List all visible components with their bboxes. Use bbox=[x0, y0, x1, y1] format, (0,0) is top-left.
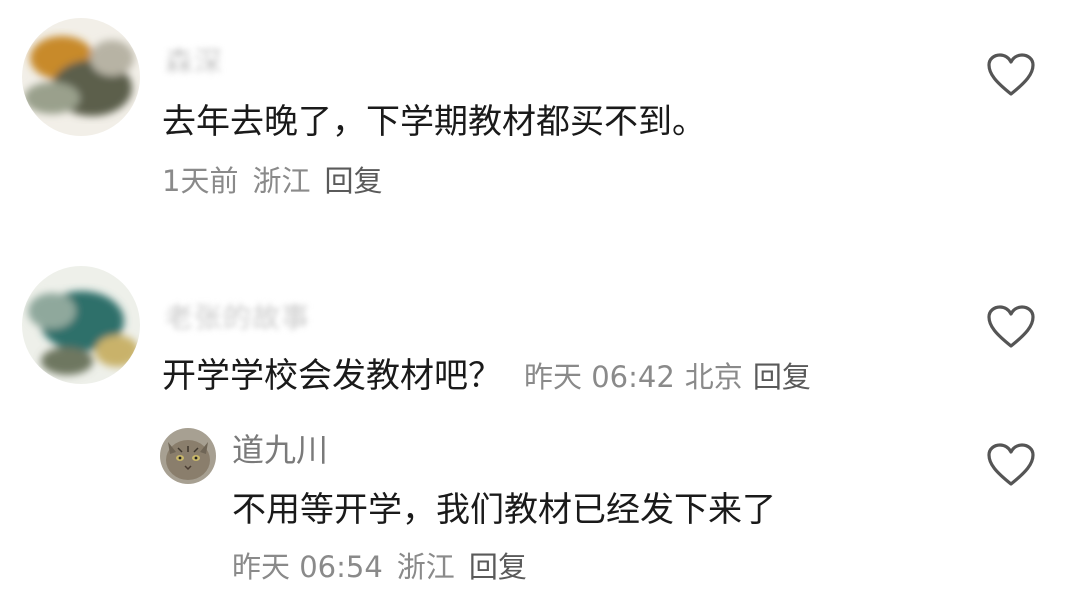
comment-meta: 1天前 浙江 回复 bbox=[162, 162, 396, 200]
comment-meta: 昨天 06:42 北京 回复 bbox=[524, 360, 821, 394]
comment-text-content: 开学学校会发教材吧？ bbox=[162, 356, 502, 396]
reply-button[interactable]: 回复 bbox=[469, 550, 527, 584]
reply-text: 不用等开学，我们教材已经发下来了 bbox=[232, 490, 776, 530]
reply-time: 昨天 06:54 bbox=[232, 550, 383, 584]
comment-location: 北京 bbox=[684, 360, 743, 394]
reply-button[interactable]: 回复 bbox=[753, 360, 811, 394]
comment-location: 浙江 bbox=[252, 164, 311, 198]
reply-author[interactable]: 道九川 bbox=[232, 430, 328, 470]
avatar[interactable] bbox=[22, 18, 140, 136]
like-button[interactable] bbox=[986, 304, 1036, 350]
heart-outline-icon bbox=[987, 443, 1035, 486]
like-button[interactable] bbox=[986, 52, 1036, 98]
heart-outline-icon bbox=[987, 305, 1035, 348]
reply-location: 浙江 bbox=[396, 550, 455, 584]
avatar[interactable] bbox=[22, 266, 140, 384]
comment-author[interactable]: 森深 bbox=[165, 40, 223, 80]
comment-author[interactable]: 老张的故事 bbox=[165, 296, 310, 336]
comment-text: 去年去晚了，下学期教材都买不到。 bbox=[162, 102, 706, 142]
comment-text: 开学学校会发教材吧？ 昨天 06:42 北京 回复 bbox=[162, 354, 821, 399]
heart-outline-icon bbox=[987, 53, 1035, 96]
reply-avatar[interactable] bbox=[160, 428, 216, 484]
like-button[interactable] bbox=[986, 442, 1036, 488]
reply-meta: 昨天 06:54 浙江 回复 bbox=[232, 548, 541, 586]
comment-time: 1天前 bbox=[162, 164, 239, 198]
comment-list: 森深 去年去晚了，下学期教材都买不到。 1天前 浙江 回复 老张的故事 开学学校… bbox=[0, 0, 1080, 616]
comment-time: 昨天 06:42 bbox=[524, 360, 675, 394]
reply-button[interactable]: 回复 bbox=[324, 164, 382, 198]
